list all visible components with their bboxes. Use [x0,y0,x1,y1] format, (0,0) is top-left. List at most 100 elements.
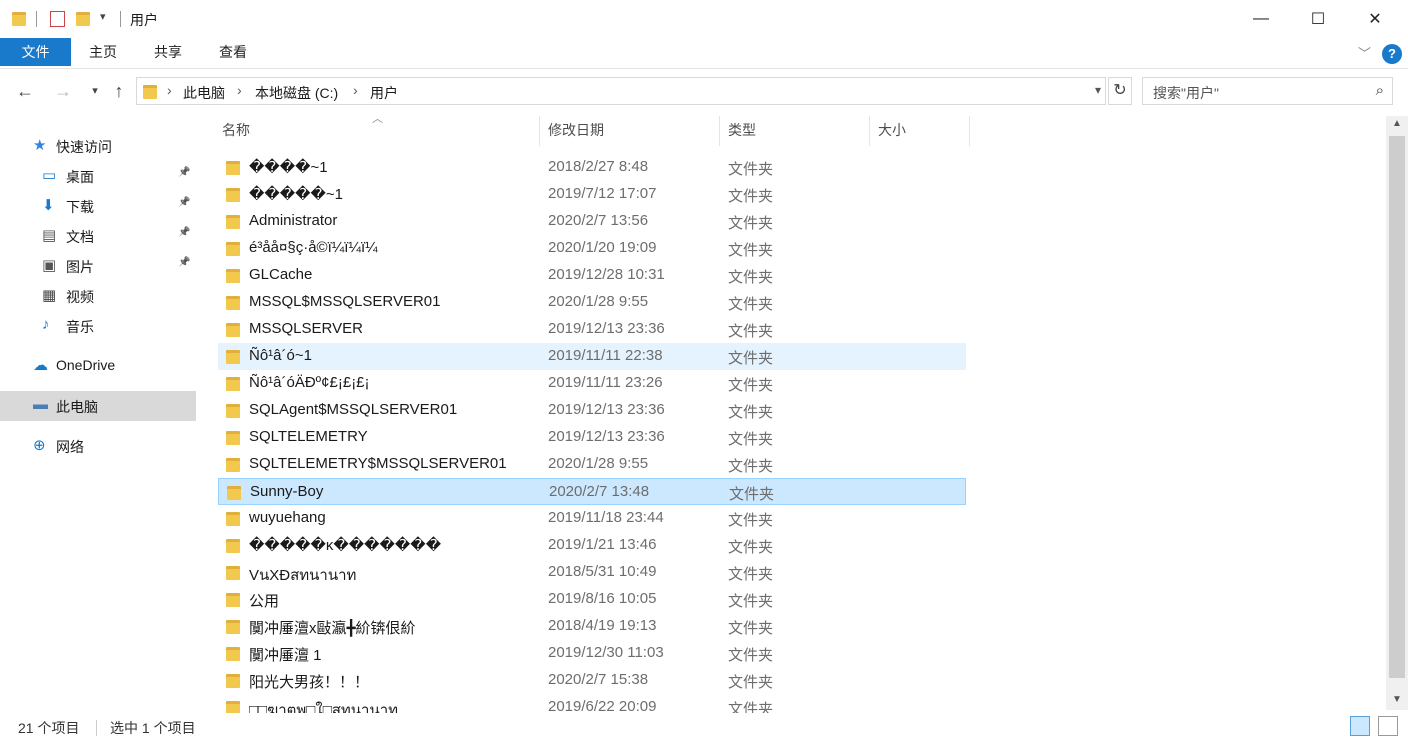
folder-icon [12,12,26,26]
table-row[interactable]: SQLTELEMETRY$MSSQLSERVER01 2020/1/28 9:55… [218,451,966,478]
sidebar-item-4[interactable]: ▣ 图片 📌 [0,251,196,281]
chevron-right-icon[interactable]: › [167,82,172,98]
column-type[interactable]: 类型 [720,116,870,146]
tab-share[interactable]: 共享 [136,38,200,66]
scroll-up-icon[interactable]: ▲ [1392,118,1402,129]
tab-view[interactable]: 查看 [202,38,264,66]
file-name: □□ฆาตพ□ใ□สทนานาท [249,702,399,713]
chevron-right-icon[interactable]: › [353,82,358,98]
pin-icon[interactable]: 📌 [178,257,190,268]
file-date: 2019/12/28 10:31 [548,266,665,283]
recent-locations-icon[interactable]: ▾ [84,80,106,102]
help-button[interactable]: ? [1382,44,1402,64]
customize-toolbar-icon[interactable]: ▾ [100,10,106,23]
file-date: 2019/12/30 11:03 [548,644,664,661]
folder-icon [226,593,240,607]
search-input[interactable]: 搜索"用户" ⌕ [1142,77,1393,105]
chevron-down-icon[interactable]: ﹀ [1358,43,1371,62]
file-type: 文件夹 [728,323,774,340]
table-row[interactable]: MSSQL$MSSQLSERVER01 2020/1/28 9:55 文件夹 [218,289,966,316]
scrollbar-thumb[interactable] [1389,136,1405,678]
folder-icon [143,85,157,99]
table-row[interactable]: Sunny-Boy 2020/2/7 13:48 文件夹 [218,478,966,505]
address-bar[interactable]: › 此电脑 › 本地磁盘 (C:) › 用户 ▾ [136,77,1106,105]
search-placeholder: 搜索"用户" [1153,85,1219,101]
table-row[interactable]: GLCache 2019/12/28 10:31 文件夹 [218,262,966,289]
file-date: 2020/2/7 13:56 [548,212,649,229]
table-row[interactable]: MSSQLSERVER 2019/12/13 23:36 文件夹 [218,316,966,343]
scroll-down-icon[interactable]: ▼ [1392,694,1402,705]
folder-icon [226,512,240,526]
sidebar-item-1[interactable]: ▭ 桌面 📌 [0,161,196,191]
new-folder-icon[interactable] [76,12,90,26]
file-type: 文件夹 [728,188,774,205]
breadcrumb-users[interactable]: 用户 [370,83,398,103]
sidebar-item-label: 网络 [56,439,84,455]
forward-arrow-icon[interactable]: → [52,80,74,102]
table-row[interactable]: 公用 2019/8/16 10:05 文件夹 [218,586,966,613]
table-row[interactable]: SQLAgent$MSSQLSERVER01 2019/12/13 23:36 文件… [218,397,966,424]
sidebar-item-label: 视频 [66,289,94,305]
file-date: 2020/2/7 15:38 [548,671,649,688]
properties-icon[interactable] [50,11,65,27]
file-date: 2019/1/21 13:46 [548,536,657,553]
up-arrow-icon[interactable]: ↑ [108,80,130,102]
file-type: 文件夹 [728,161,774,178]
tab-home[interactable]: 主页 [72,38,134,66]
refresh-button[interactable]: ↻ [1108,77,1132,105]
pin-icon[interactable]: 📌 [178,197,190,208]
file-date: 2019/6/22 20:09 [548,698,657,713]
file-name: 公用 [249,593,280,610]
sidebar-item-7[interactable]: ☁ OneDrive [0,351,196,381]
table-row[interactable]: 闃冲厜澶х敺瀛╋紒锛佷紒 2018/4/19 19:13 文件夹 [218,613,966,640]
details-view-icon[interactable] [1350,716,1370,736]
sidebar-item-9[interactable]: ⊕ 网络 [0,431,196,461]
sidebar-item-8[interactable]: ▬ 此电脑 [0,391,196,421]
table-row[interactable]: 闃冲厜澶 1 2019/12/30 11:03 文件夹 [218,640,966,667]
table-row[interactable]: Ñô¹â´óÄÐº¢£¡£¡£¡ 2019/11/11 23:26 文件夹 [218,370,966,397]
document-icon: ▤ [42,227,57,244]
table-row[interactable]: é³åå¤§ç·å­©ï¼ï¼ï¼ 2020/1/20 19:09 文件夹 [218,235,966,262]
pin-icon[interactable]: 📌 [178,227,190,238]
sidebar-item-label: 快速访问 [56,139,112,155]
divider [120,11,121,27]
table-row[interactable]: VนXÐสทนานาท 2018/5/31 10:49 文件夹 [218,559,966,586]
large-icons-view-icon[interactable] [1378,716,1398,736]
table-row[interactable]: �����κ������� 2019/1/21 13:46 文件夹 [218,532,966,559]
table-row[interactable]: □□ฆาตพ□ใ□สทนานาท 2019/6/22 20:09 文件夹 [218,694,966,713]
search-icon[interactable]: ⌕ [1376,82,1384,99]
chevron-right-icon[interactable]: › [237,82,242,98]
folder-icon [226,242,240,256]
table-row[interactable]: Ñô¹â´ó~1 2019/11/11 22:38 文件夹 [218,343,966,370]
maximize-button[interactable]: ☐ [1295,0,1341,38]
table-row[interactable]: ����~1 2018/2/27 8:48 文件夹 [218,154,966,181]
tab-file[interactable]: 文件 [0,38,71,66]
back-arrow-icon[interactable]: ← [14,80,36,102]
breadcrumb-this-pc[interactable]: 此电脑 [183,83,225,103]
file-date: 2019/12/13 23:36 [548,401,665,418]
sidebar-item-2[interactable]: ⬇ 下载 📌 [0,191,196,221]
column-date[interactable]: 修改日期 [540,116,720,146]
breadcrumb-local-disk[interactable]: 本地磁盘 (C:) [255,83,338,103]
file-type: 文件夹 [728,593,774,610]
sidebar-item-3[interactable]: ▤ 文档 📌 [0,221,196,251]
file-type: 文件夹 [728,215,774,232]
pin-icon[interactable]: 📌 [178,167,190,178]
close-button[interactable]: ✕ [1352,0,1398,38]
sidebar-item-5[interactable]: ▦ 视频 [0,281,196,311]
file-name: Administrator [249,212,338,229]
table-row[interactable]: wuyuehang 2019/11/18 23:44 文件夹 [218,505,966,532]
chevron-down-icon[interactable]: ▾ [1095,83,1101,97]
file-type: 文件夹 [728,377,774,394]
minimize-button[interactable]: — [1238,0,1284,38]
table-row[interactable]: Administrator 2020/2/7 13:56 文件夹 [218,208,966,235]
divider [96,720,97,736]
sidebar-item-6[interactable]: ♪ 音乐 [0,311,196,341]
table-row[interactable]: 阳光大男孩！！！ 2020/2/7 15:38 文件夹 [218,667,966,694]
sidebar-item-0[interactable]: ★ 快速访问 [0,131,196,161]
table-row[interactable]: �����~1 2019/7/12 17:07 文件夹 [218,181,966,208]
title-bar: ▾ 用户 — ☐ ✕ [0,0,1408,38]
table-row[interactable]: SQLTELEMETRY 2019/12/13 23:36 文件夹 [218,424,966,451]
column-size[interactable]: 大小 [870,116,970,146]
sidebar-item-label: 图片 [66,259,94,275]
